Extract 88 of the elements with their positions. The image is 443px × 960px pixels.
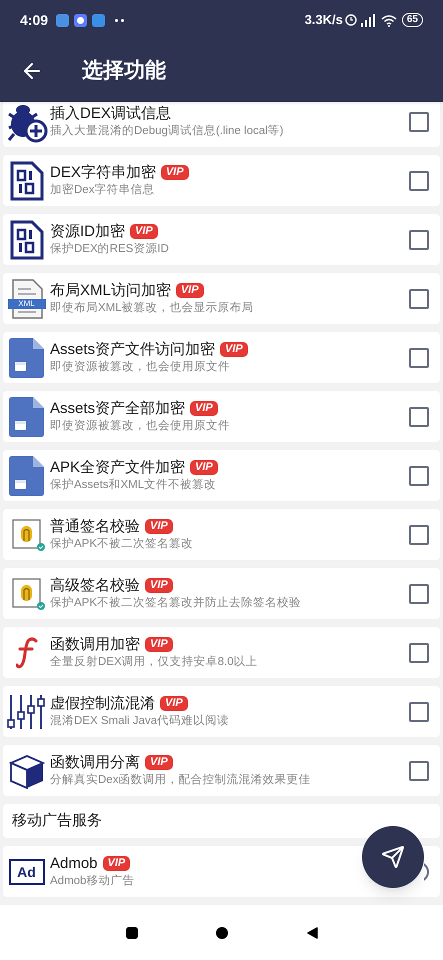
paper-plane-icon — [381, 845, 405, 869]
function-icon — [16, 636, 38, 668]
feature-description: 保护Assets和XML文件不被篡改 — [50, 477, 218, 493]
vip-badge: VIP — [145, 578, 173, 593]
feature-row[interactable]: XML 布局XML访问加密 VIP 即使布局XML被篡改，也会显示原布局 — [3, 273, 440, 324]
feature-title: Assets资产全部加密 — [50, 399, 186, 418]
feature-title: 虚假控制流混淆 — [50, 694, 155, 713]
checkbox[interactable] — [409, 170, 429, 190]
vip-badge: VIP — [145, 519, 173, 534]
feature-title: 布局XML访问加密 — [50, 281, 171, 300]
checkbox[interactable] — [409, 642, 429, 662]
feature-title: 高级签名校验 — [50, 576, 140, 595]
feature-row[interactable]: 函数调用加密 VIP 全量反射DEX调用，仅支持安卓8.0以上 — [3, 627, 440, 678]
ad-icon: Ad — [8, 858, 44, 884]
feature-description: 即使资源被篡改，也会使用原文件 — [50, 360, 231, 375]
feature-row[interactable]: Assets资产全部加密 VIP 即使资源被篡改，也会使用原文件 — [3, 391, 440, 442]
feature-description: 全量反射DEX调用，仅支持安卓8.0以上 — [50, 654, 259, 670]
feature-title: APK全资产文件加密 — [50, 458, 186, 477]
feature-description: Admob移动广告 — [50, 873, 136, 889]
checkbox[interactable] — [409, 348, 429, 368]
feature-description: 即使布局XML被篡改，也会显示原布局 — [50, 300, 255, 316]
document-icon — [8, 456, 44, 496]
vip-badge: VIP — [190, 460, 218, 475]
vip-badge: VIP — [160, 696, 188, 711]
vip-badge: VIP — [130, 224, 158, 239]
checkbox[interactable] — [409, 760, 429, 780]
vip-badge: VIP — [160, 165, 189, 180]
more-notifications-icon — [115, 18, 124, 22]
cube-icon — [8, 752, 44, 788]
feature-row[interactable]: 资源ID加密 VIP 保护DEX的RES资源ID — [3, 214, 440, 265]
feature-description: 分解真实Dex函数调用，配合控制流混淆效果更佳 — [50, 772, 312, 788]
sliders-icon — [6, 694, 46, 730]
feature-title: 函数调用加密 — [50, 635, 140, 654]
back-nav-button[interactable] — [306, 926, 318, 938]
app-notification-icon — [74, 14, 88, 26]
feature-row[interactable]: Ad Admob VIP Admob移动广告 — [3, 846, 440, 897]
feature-row[interactable]: 插入DEX调试信息 插入大量混淆的Debug调试信息(.line local等) — [3, 102, 440, 147]
document-icon — [8, 396, 44, 436]
checkbox[interactable] — [409, 112, 429, 132]
feature-description: 混淆DEX Smali Java代码难以阅读 — [50, 714, 230, 729]
checkbox[interactable] — [409, 230, 429, 250]
vip-badge: VIP — [145, 755, 173, 770]
feature-description: 插入大量混淆的Debug调试信息(.line local等) — [50, 124, 284, 139]
feature-title: Assets资产文件访问加密 — [50, 340, 216, 359]
feature-row[interactable]: DEX字符串加密 VIP 加密Dex字符串信息 — [3, 155, 440, 206]
battery-level: 65 — [402, 13, 423, 27]
feature-row[interactable]: 普通签名校验 VIP 保护APK不被二次签名篡改 — [3, 509, 440, 560]
feature-title: DEX字符串加密 — [50, 163, 156, 182]
feature-title: 插入DEX调试信息 — [50, 104, 171, 123]
checkbox[interactable] — [409, 584, 429, 604]
signal-icon — [360, 14, 377, 26]
page-title: 选择功能 — [82, 58, 166, 84]
clock-icon — [344, 14, 357, 26]
checkbox[interactable] — [409, 524, 429, 544]
home-button[interactable] — [216, 926, 228, 938]
feature-row[interactable]: 函数调用分离 VIP 分解真实Dex函数调用，配合控制流混淆效果更佳 — [3, 745, 440, 796]
feature-title: Admob — [50, 854, 98, 873]
feature-row[interactable]: 虚假控制流混淆 VIP 混淆DEX Smali Java代码难以阅读 — [3, 686, 440, 737]
checkbox[interactable] — [409, 406, 429, 426]
checkbox[interactable] — [409, 466, 429, 486]
feature-description: 保护DEX的RES资源ID — [50, 241, 170, 257]
feature-description: 保护APK不被二次签名篡改并防止去除签名校验 — [50, 595, 302, 611]
feature-title: 普通签名校验 — [50, 517, 140, 536]
wifi-icon — [380, 14, 397, 26]
feature-row[interactable]: Assets资产文件访问加密 VIP 即使资源被篡改，也会使用原文件 — [3, 332, 440, 383]
vip-badge: VIP — [220, 342, 248, 357]
vip-badge: VIP — [176, 283, 204, 298]
binary-file-icon — [10, 220, 44, 260]
vip-badge: VIP — [145, 637, 173, 652]
feature-title: 资源ID加密 — [50, 222, 125, 241]
feature-description: 即使资源被篡改，也会使用原文件 — [50, 418, 231, 434]
vip-badge: VIP — [190, 401, 218, 416]
binary-file-icon — [10, 160, 44, 200]
checkbox[interactable] — [409, 702, 429, 722]
status-time: 4:09 — [20, 10, 48, 30]
app-notification-icon — [92, 14, 106, 26]
feature-description: 保护APK不被二次签名篡改 — [50, 536, 194, 552]
app-notification-icon — [56, 14, 70, 26]
network-speed: 3.3K/s — [304, 11, 343, 30]
feature-description: 加密Dex字符串信息 — [50, 182, 156, 198]
checkbox[interactable] — [409, 288, 429, 308]
recents-button[interactable] — [126, 926, 138, 938]
section-header: 移动广告服务 — [3, 804, 440, 838]
document-icon — [8, 338, 44, 378]
feature-row[interactable]: 高级签名校验 VIP 保护APK不被二次签名篡改并防止去除签名校验 — [3, 568, 440, 619]
vip-badge: VIP — [102, 856, 130, 871]
feature-title: 函数调用分离 — [50, 753, 140, 772]
feature-row[interactable]: APK全资产文件加密 VIP 保护Assets和XML文件不被篡改 — [3, 450, 440, 501]
